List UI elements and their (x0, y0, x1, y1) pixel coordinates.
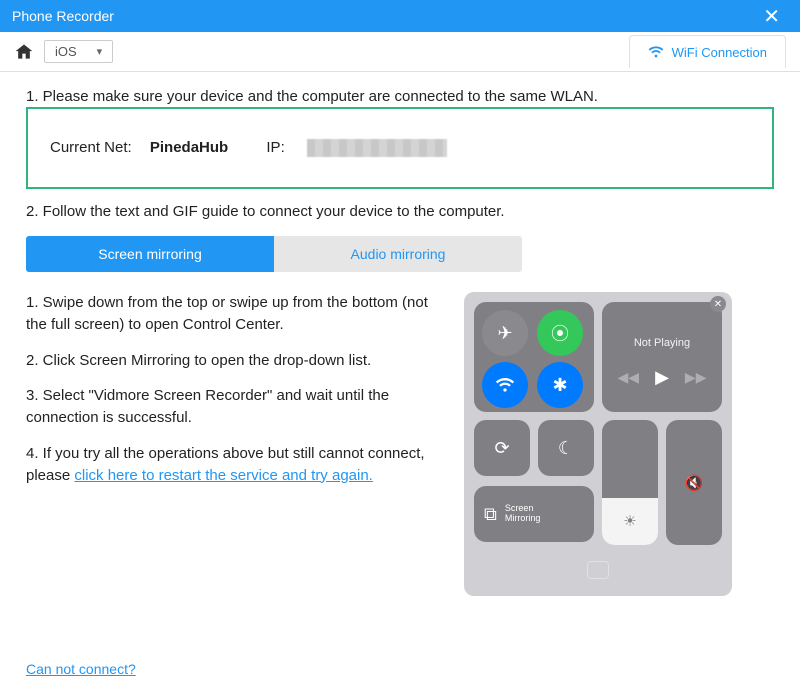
preview-footer (474, 561, 722, 586)
cannot-connect-link[interactable]: Can not connect? (26, 661, 136, 677)
connectivity-tile: ✈ ⦿ ✱ (474, 302, 594, 412)
tab-wifi-connection[interactable]: WiFi Connection (629, 35, 786, 68)
screen-mirroring-tile: ⧉ Screen Mirroring (474, 486, 594, 542)
brightness-slider: ☀ (602, 420, 658, 545)
brightness-icon: ☀ (623, 512, 636, 530)
camera-icon (587, 561, 609, 579)
instruction-2: 2. Click Screen Mirroring to open the dr… (26, 350, 446, 372)
step-1-text: 1. Please make sure your device and the … (26, 88, 774, 105)
toolbar: iOS ▾ WiFi Connection (0, 32, 800, 72)
preview-close-icon: ✕ (710, 296, 726, 312)
media-tile: Not Playing ◀◀ ▶ ▶▶ (602, 302, 722, 412)
cellular-icon: ⦿ (537, 310, 583, 356)
instructions: 1. Swipe down from the top or swipe up f… (26, 292, 446, 596)
current-net-name: PinedaHub (150, 139, 228, 156)
step-2-text: 2. Follow the text and GIF guide to conn… (26, 203, 774, 220)
airplane-icon: ✈ (482, 310, 528, 356)
bluetooth-icon: ✱ (537, 362, 583, 408)
ip-value-redacted (307, 139, 447, 157)
ip-label: IP: (266, 139, 284, 156)
titlebar: Phone Recorder ✕ (0, 0, 800, 32)
tab-audio-mirroring[interactable]: Audio mirroring (274, 236, 522, 272)
not-playing-label: Not Playing (634, 327, 690, 355)
main-content: 1. Please make sure your device and the … (0, 72, 800, 612)
home-icon[interactable] (14, 42, 34, 62)
wifi-icon (482, 362, 528, 408)
instruction-4: 4. If you try all the operations above b… (26, 443, 446, 487)
chevron-down-icon: ▾ (97, 45, 103, 58)
do-not-disturb-icon: ☾ (538, 420, 594, 476)
prev-track-icon: ◀◀ (618, 369, 640, 386)
restart-service-link[interactable]: click here to restart the service and tr… (74, 467, 372, 484)
next-track-icon: ▶▶ (685, 369, 707, 386)
current-net-label: Current Net: (50, 139, 132, 156)
screen-mirroring-icon: ⧉ (484, 504, 497, 525)
instruction-3: 3. Select "Vidmore Screen Recorder" and … (26, 385, 446, 429)
screen-mirroring-label: Screen Mirroring (505, 504, 541, 524)
volume-mute-icon: 🔇 (685, 474, 704, 492)
tab-screen-mirroring[interactable]: Screen mirroring (26, 236, 274, 272)
control-center-preview: ✕ ✈ ⦿ ✱ Not Playing ◀◀ ▶ ▶▶ (464, 292, 732, 596)
app-title: Phone Recorder (12, 8, 114, 24)
mirroring-tabs: Screen mirroring Audio mirroring (26, 236, 522, 272)
close-icon[interactable]: ✕ (755, 4, 788, 29)
wifi-icon (648, 44, 664, 60)
orientation-lock-icon: ⟳ (474, 420, 530, 476)
volume-slider: 🔇 (666, 420, 722, 545)
os-selected-label: iOS (55, 44, 77, 59)
instruction-1: 1. Swipe down from the top or swipe up f… (26, 292, 446, 336)
wifi-tab-label: WiFi Connection (672, 45, 767, 60)
play-icon: ▶ (655, 367, 669, 388)
os-dropdown[interactable]: iOS ▾ (44, 40, 113, 63)
network-info-box: Current Net: PinedaHub IP: (26, 107, 774, 189)
